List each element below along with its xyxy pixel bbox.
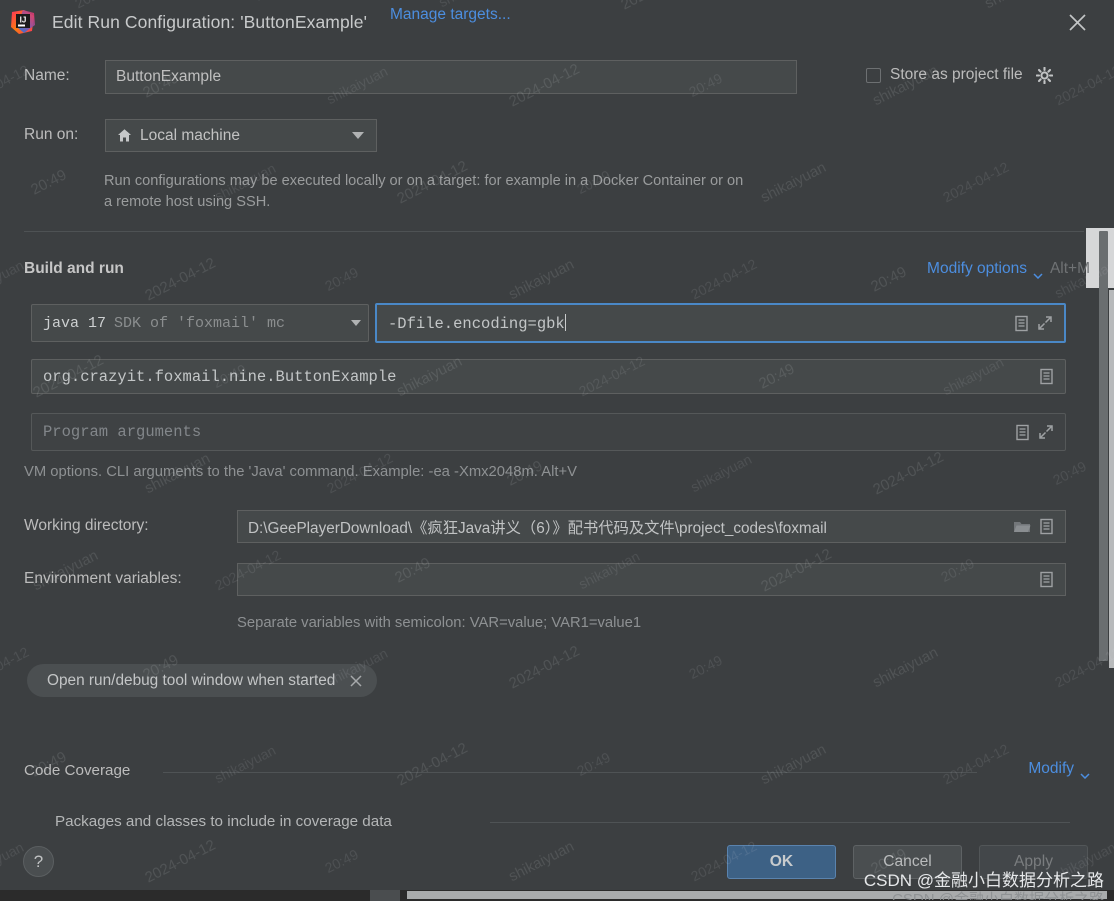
watermark-text: 2024-04-12 — [394, 739, 471, 790]
program-arguments-placeholder: Program arguments — [43, 423, 202, 441]
run-on-description: Run configurations may be executed local… — [104, 173, 744, 210]
watermark-text: 20:49 — [28, 166, 70, 199]
chevron-down-icon — [1080, 766, 1090, 780]
apply-button: Apply — [979, 845, 1088, 879]
background-window-bottom-left — [0, 890, 370, 901]
remove-chip-icon[interactable] — [349, 674, 363, 688]
working-directory-label: Working directory: — [24, 517, 149, 534]
code-coverage-section-title: Code Coverage — [24, 762, 131, 779]
code-coverage-divider — [163, 772, 977, 773]
home-icon — [117, 128, 132, 143]
close-icon[interactable] — [1062, 7, 1092, 37]
name-input[interactable]: ButtonExample — [105, 60, 797, 94]
watermark-text: shikaiyuan — [0, 256, 27, 302]
background-window-bottom-mid — [370, 890, 400, 901]
code-coverage-modify-label: Modify — [1028, 760, 1074, 777]
help-button[interactable]: ? — [23, 846, 54, 877]
dialog-title: Edit Run Configuration: 'ButtonExample' — [52, 11, 368, 32]
section-divider — [24, 231, 1084, 232]
expand-arrows-icon[interactable] — [1034, 312, 1056, 334]
code-coverage-modify-link[interactable]: Modify — [1028, 760, 1090, 780]
watermark-text: 2024-04-12 — [940, 158, 1012, 206]
build-and-run-section-title: Build and run — [24, 260, 124, 277]
vm-options-value: -Dfile.encoding=gbk — [388, 313, 566, 333]
store-as-project-file-label: Store as project file — [890, 66, 1023, 83]
environment-variables-input[interactable] — [237, 563, 1066, 596]
expand-editor-icon[interactable] — [1011, 421, 1033, 443]
watermark-text: 20:49 — [1050, 457, 1089, 489]
watermark-text: shikaiyuan — [758, 740, 829, 789]
expand-editor-icon[interactable] — [1010, 312, 1032, 334]
expand-editor-icon[interactable] — [1035, 366, 1057, 388]
watermark-text: 20:49 — [686, 651, 725, 683]
main-class-value: org.crazyit.foxmail.nine.ButtonExample — [43, 367, 397, 386]
coverage-packages-divider — [490, 822, 1070, 823]
chip-label: Open run/debug tool window when started — [47, 671, 336, 689]
background-horizontal-scrollbar[interactable] — [407, 891, 1107, 899]
intellij-idea-logo-icon: IJ — [10, 9, 36, 35]
svg-text:IJ: IJ — [20, 16, 27, 25]
gear-icon[interactable] — [1035, 66, 1053, 84]
watermark-text: shikaiyuan — [870, 643, 941, 692]
manage-targets-link[interactable]: Manage targets... — [390, 6, 511, 24]
text-cursor — [564, 313, 566, 331]
cancel-button[interactable]: Cancel — [853, 845, 962, 879]
coverage-packages-subsection-title: Packages and classes to include in cover… — [55, 813, 392, 830]
expand-editor-icon[interactable] — [1035, 516, 1057, 538]
modify-options-link[interactable]: Modify options — [927, 260, 1043, 280]
watermark-text: 20:49 — [574, 748, 613, 780]
environment-variables-label: Environment variables: — [24, 570, 182, 587]
watermark-text: 20:49 — [868, 263, 910, 296]
edit-run-configuration-dialog: IJ Edit Run Configuration: 'ButtonExampl… — [0, 0, 1114, 901]
run-on-label: Run on: — [24, 126, 79, 143]
dialog-titlebar: IJ Edit Run Configuration: 'ButtonExampl… — [0, 0, 1114, 44]
working-directory-value: D:\GeePlayerDownload\《疯狂Java讲义（6）》配书代码及文… — [248, 519, 827, 537]
run-on-value: Local machine — [140, 126, 240, 144]
chevron-down-icon — [1033, 266, 1043, 280]
working-directory-input[interactable]: D:\GeePlayerDownload\《疯狂Java讲义（6）》配书代码及文… — [237, 510, 1066, 543]
store-as-project-file-checkbox[interactable] — [866, 67, 881, 83]
watermark-text: 2024-04-12 — [870, 448, 947, 499]
modify-options-shortcut: Alt+M — [1049, 260, 1090, 277]
watermark-text: shikaiyuan — [506, 255, 577, 304]
watermark-text: 20:49 — [322, 263, 361, 295]
watermark-text: 2024-04-12 — [506, 642, 583, 693]
watermark-text: 2024-04-12 — [940, 740, 1012, 788]
name-label: Name: — [24, 67, 70, 84]
environment-variables-hint: Separate variables with semicolon: VAR=v… — [237, 615, 642, 631]
watermark-text: shikaiyuan — [687, 450, 755, 496]
outer-scrollbar-edge[interactable] — [1109, 290, 1114, 668]
ok-button[interactable]: OK — [727, 845, 836, 879]
expand-editor-icon[interactable] — [1035, 569, 1057, 591]
store-as-project-file-row[interactable]: Store as project file — [866, 66, 1053, 84]
chevron-down-icon — [352, 132, 364, 139]
open-run-debug-tool-window-chip[interactable]: Open run/debug tool window when started — [27, 664, 378, 697]
vm-options-hint: VM options. CLI arguments to the 'Java' … — [24, 464, 577, 480]
vertical-scrollbar-thumb[interactable] — [1099, 231, 1108, 661]
run-on-row: Run on: Local machine — [24, 119, 1090, 152]
chevron-down-icon — [351, 320, 361, 326]
watermark-text: shikaiyuan — [211, 741, 279, 787]
watermark-text: shikaiyuan — [758, 158, 829, 207]
program-arguments-input[interactable]: Program arguments — [31, 413, 1066, 451]
folder-icon[interactable] — [1011, 516, 1033, 538]
watermark-text: 2024-04-12 — [688, 255, 760, 303]
modify-options-label: Modify options — [927, 260, 1027, 277]
run-on-dropdown[interactable]: Local machine — [105, 119, 377, 152]
watermark-text: 2024-04-12 — [142, 254, 219, 305]
jdk-sub-label: SDK of 'foxmail' mc — [114, 314, 286, 332]
main-class-input[interactable]: org.crazyit.foxmail.nine.ButtonExample — [31, 359, 1066, 394]
jdk-dropdown[interactable]: java 17 SDK of 'foxmail' mc — [31, 304, 369, 342]
jdk-main-label: java 17 — [43, 314, 107, 332]
expand-arrows-icon[interactable] — [1035, 421, 1057, 443]
vm-options-input[interactable]: -Dfile.encoding=gbk — [375, 303, 1066, 343]
